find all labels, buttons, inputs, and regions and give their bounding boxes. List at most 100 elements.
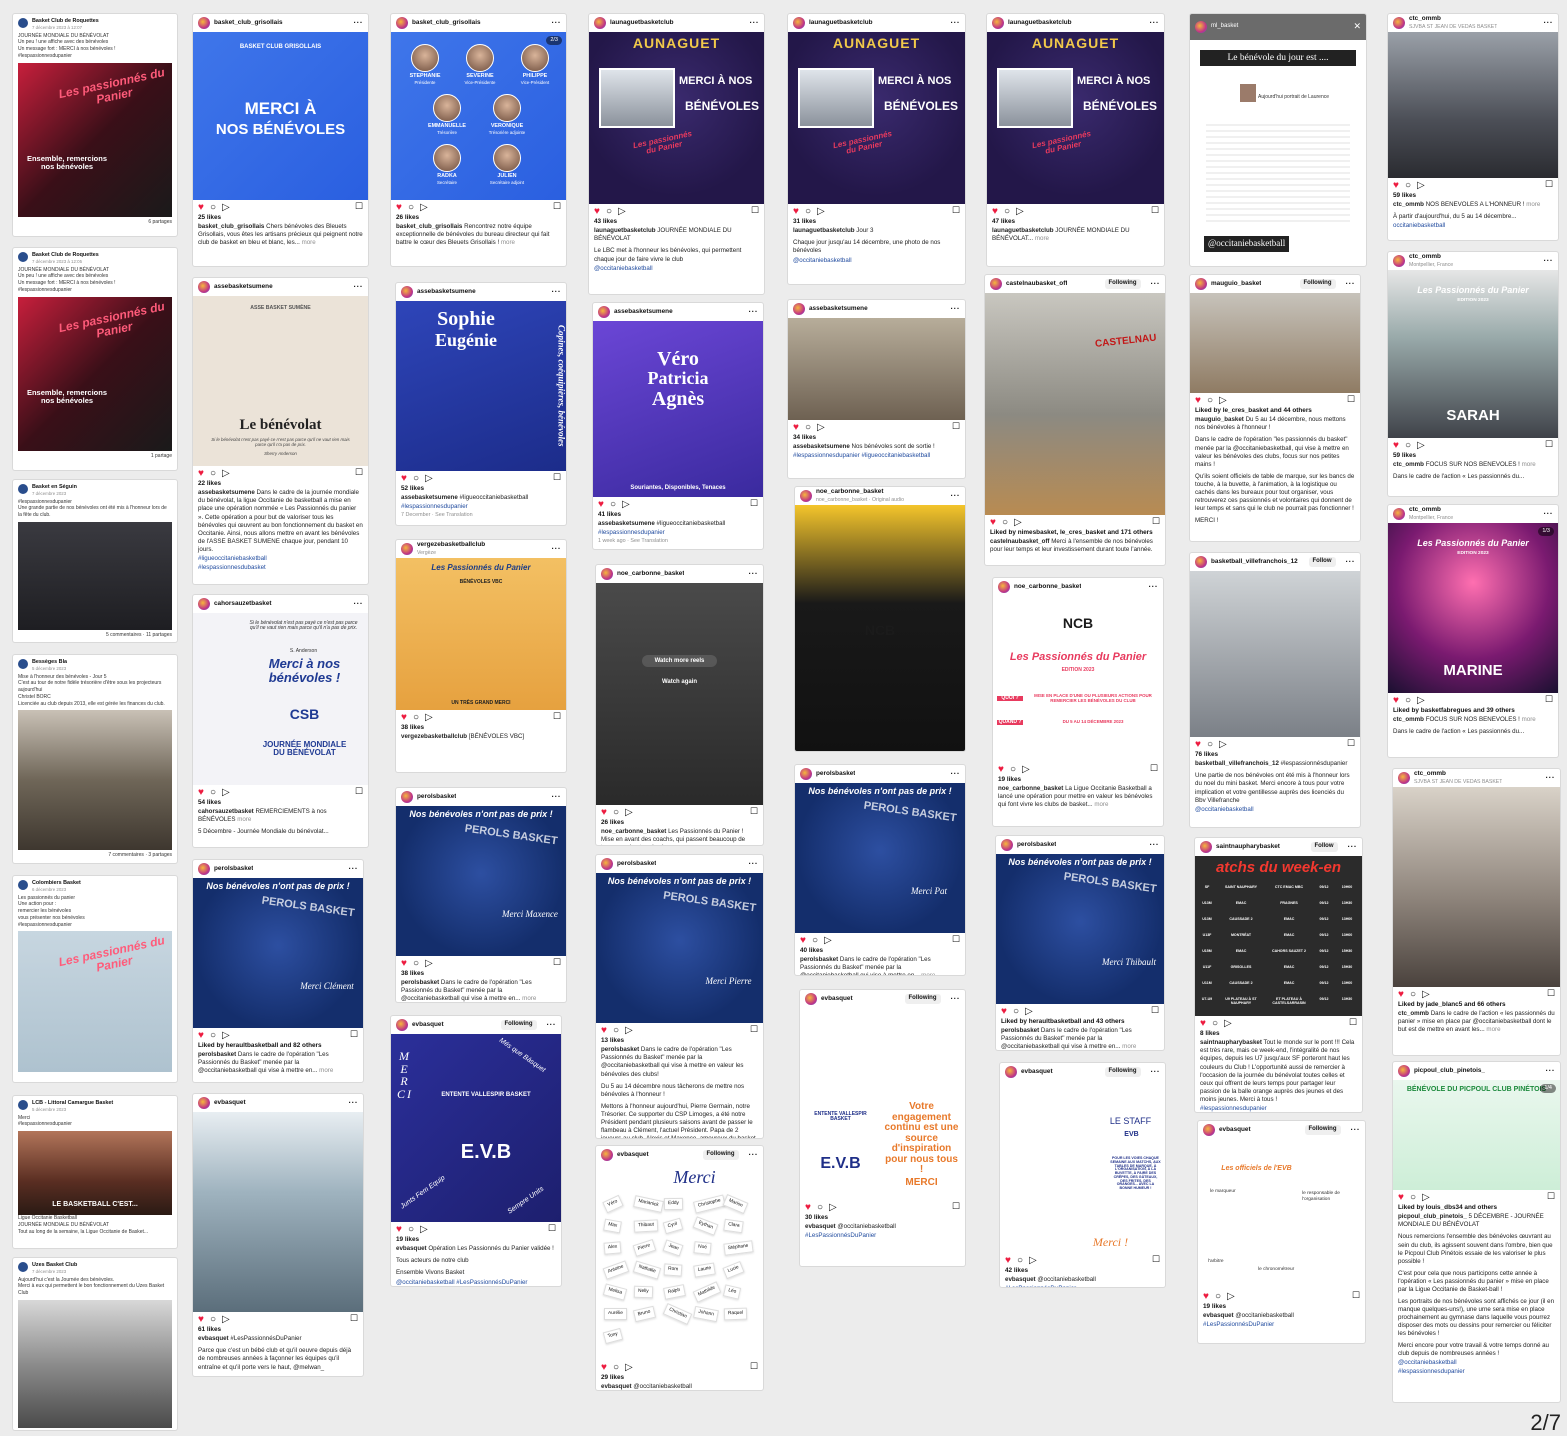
heart-icon[interactable]: ♥ (601, 1361, 607, 1374)
heart-icon[interactable]: ♥ (1398, 988, 1404, 1001)
post-image[interactable]: AUNAGUET MERCI À NOS BÉNÉVOLES Les passionn… (987, 32, 1164, 204)
caption-username[interactable]: evbasquet (1203, 1312, 1234, 1319)
account-avatar[interactable] (992, 17, 1004, 29)
heart-icon[interactable]: ♥ (396, 1223, 402, 1236)
post-image[interactable]: BÉNÉVOLE DU PICPOUL CLUB PINÉTOIS 1/4 (1393, 1080, 1560, 1190)
post-image[interactable]: Nos bénévoles n'ont pas de prix ! PEROLS … (396, 806, 566, 956)
account-name[interactable]: evbasquet (214, 1099, 246, 1107)
account-name[interactable]: evbasquet (617, 1151, 649, 1159)
post-image[interactable]: AUNAGUET MERCI À NOS BÉNÉVOLES Les passionn… (589, 32, 764, 204)
heart-icon[interactable]: ♥ (1203, 1290, 1209, 1303)
caption-username[interactable]: launaguetbasketclub (594, 227, 656, 234)
post-image[interactable]: Les Passionnés du Panier BÉNÉVOLES VBC UN … (396, 558, 566, 710)
caption-username[interactable]: evbasquet (601, 1383, 632, 1390)
heart-icon[interactable]: ♥ (1195, 394, 1201, 407)
share-icon[interactable]: ▷ (618, 205, 626, 218)
more-options-icon[interactable]: ··· (951, 491, 961, 501)
page-avatar[interactable] (18, 659, 28, 669)
account-name[interactable]: ctc_ommb (1409, 253, 1453, 261)
bookmark-icon[interactable]: ☐ (350, 1029, 358, 1041)
account-avatar[interactable] (793, 303, 805, 315)
account-name[interactable]: picpoul_club_pinetois_ (1414, 1067, 1485, 1075)
share-icon[interactable]: ▷ (1417, 694, 1425, 707)
caption-hashtag[interactable]: @occitaniebasketball (589, 264, 764, 273)
heart-icon[interactable]: ♥ (1195, 738, 1201, 751)
follow-button[interactable]: Following (702, 1150, 739, 1160)
more-link[interactable]: more (1522, 716, 1536, 723)
bookmark-icon[interactable]: ☐ (1352, 1290, 1360, 1302)
caption-username[interactable]: assebasketsumene (793, 443, 850, 450)
post-image[interactable]: Merci Véro Marianick Eddy Christophe Marion Ma… (596, 1164, 763, 1360)
share-icon[interactable]: ▷ (222, 1313, 230, 1326)
more-options-icon[interactable]: ··· (1546, 1066, 1556, 1076)
caption-hashtag[interactable]: #lespassionnesdupanier (1195, 1104, 1362, 1112)
post-image[interactable] (1190, 293, 1360, 393)
share-icon[interactable]: ▷ (1227, 1290, 1235, 1303)
more-options-icon[interactable]: ··· (354, 599, 364, 609)
comment-icon[interactable]: ○ (413, 711, 419, 724)
caption-hashtag[interactable]: #lespassionnesdupanier (396, 502, 566, 511)
bookmark-icon[interactable]: ☐ (1347, 738, 1355, 750)
more-options-icon[interactable]: ··· (552, 287, 562, 297)
caption-username[interactable]: cahorsauzetbasket (198, 808, 254, 815)
bookmark-icon[interactable]: ☐ (1545, 694, 1553, 706)
caption-hashtag[interactable]: @occitaniebasketball (1190, 805, 1360, 814)
share-icon[interactable]: ▷ (222, 786, 230, 799)
more-options-icon[interactable]: ··· (951, 769, 961, 779)
account-name[interactable]: perolsbasket (417, 793, 456, 801)
account-name[interactable]: perolsbasket (617, 860, 656, 868)
comment-icon[interactable]: ○ (805, 421, 811, 434)
caption-username[interactable]: ctc_ommb (1393, 461, 1424, 468)
heart-icon[interactable]: ♥ (1393, 179, 1399, 192)
comment-icon[interactable]: ○ (812, 934, 818, 947)
account-name[interactable]: saintnaupharybasket (1216, 843, 1280, 851)
more-link[interactable]: more (1094, 801, 1108, 808)
more-options-icon[interactable]: ··· (552, 544, 562, 554)
account-avatar[interactable] (601, 858, 613, 870)
page-name[interactable]: Bessèges Bla (32, 659, 67, 666)
more-options-icon[interactable]: ··· (749, 569, 759, 579)
follow-button[interactable]: Follow (1310, 842, 1338, 852)
page-avatar[interactable] (18, 880, 28, 890)
comment-icon[interactable]: ○ (1405, 694, 1411, 707)
comment-icon[interactable]: ○ (210, 1313, 216, 1326)
caption-username[interactable]: vergezebasketballclub (401, 733, 467, 740)
caption-hashtag[interactable]: @occitaniebasketball (788, 256, 965, 265)
caption-hashtag[interactable]: #lespassionnesdupanier (593, 528, 763, 537)
comment-icon[interactable]: ○ (1010, 763, 1016, 776)
caption-username[interactable]: evbasquet (396, 1245, 427, 1252)
bookmark-icon[interactable]: ☐ (350, 1313, 358, 1325)
bookmark-icon[interactable]: ☐ (1545, 439, 1553, 451)
account-name[interactable]: noe_carbonne_basket (1014, 583, 1081, 591)
share-icon[interactable]: ▷ (425, 957, 433, 970)
account-name[interactable]: launaguetbasketclub (809, 19, 873, 27)
caption-username[interactable]: evbasquet (805, 1223, 836, 1230)
share-icon[interactable]: ▷ (420, 1223, 428, 1236)
mention-sticker[interactable]: @occitaniebasketball (1204, 236, 1290, 252)
heart-icon[interactable]: ♥ (1001, 1005, 1007, 1018)
page-name[interactable]: Colombiers Basket (32, 880, 81, 887)
heart-icon[interactable]: ♥ (1398, 1191, 1404, 1204)
caption-username[interactable]: perolsbasket (601, 1046, 639, 1053)
account-avatar[interactable] (601, 1149, 613, 1161)
account-name[interactable]: evbasquet (412, 1021, 444, 1029)
account-name[interactable]: assebasketsumene (809, 305, 868, 313)
more-options-icon[interactable]: ··· (951, 304, 961, 314)
account-avatar[interactable] (1393, 17, 1405, 29)
comment-icon[interactable]: ○ (1207, 394, 1213, 407)
account-avatar[interactable] (1393, 255, 1405, 267)
comment-icon[interactable]: ○ (1017, 1254, 1023, 1267)
account-name[interactable]: noe_carbonne_basket (816, 488, 904, 496)
comment-icon[interactable]: ○ (1410, 988, 1416, 1001)
bookmark-icon[interactable]: ☐ (1547, 988, 1555, 1000)
more-options-icon[interactable]: ··· (349, 864, 359, 874)
post-image[interactable]: AUNAGUET MERCI À NOS BÉNÉVOLES Les passionn… (788, 32, 965, 204)
follow-button[interactable]: Following (1104, 279, 1141, 289)
bookmark-icon[interactable]: ☐ (1547, 1191, 1555, 1203)
account-name[interactable]: perolsbasket (1017, 841, 1056, 849)
heart-icon[interactable]: ♥ (198, 467, 204, 480)
post-image[interactable]: Si le bénévolat n'est pas payé ce n'est … (193, 613, 368, 785)
bookmark-icon[interactable]: ☐ (1545, 179, 1553, 191)
account-name[interactable]: assebasketsumene (417, 288, 476, 296)
more-link[interactable]: more (302, 239, 316, 246)
